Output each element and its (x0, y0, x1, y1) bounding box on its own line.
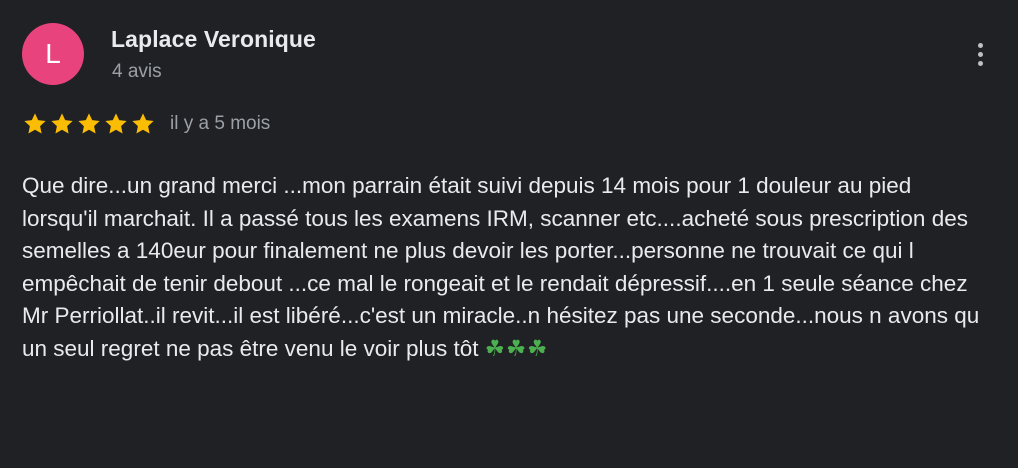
more-vert-icon-dot (977, 60, 983, 66)
star-icon (132, 113, 154, 134)
author-review-count[interactable]: 4 avis (112, 61, 162, 83)
avatar-initial: L (45, 38, 61, 69)
author-name[interactable]: Laplace Veronique (111, 26, 316, 53)
review-text: Que dire...un grand merci ...mon parrain… (22, 170, 987, 365)
star-rating (22, 111, 156, 137)
review-card: L Laplace Veronique 4 avis il y a 5 mois… (0, 0, 1018, 468)
avatar[interactable]: L (22, 23, 84, 85)
star-icon (105, 113, 127, 134)
star-icon (51, 113, 73, 134)
more-vert-icon (977, 42, 983, 48)
more-options-button[interactable] (962, 34, 998, 74)
more-vert-icon-dot (977, 51, 983, 57)
clover-emoji: ☘☘☘ (484, 335, 549, 361)
star-icon (24, 113, 46, 134)
star-icon (78, 113, 100, 134)
rating-row: il y a 5 mois (22, 110, 270, 138)
review-body: Que dire...un grand merci ...mon parrain… (22, 173, 980, 361)
review-date: il y a 5 mois (170, 113, 271, 134)
